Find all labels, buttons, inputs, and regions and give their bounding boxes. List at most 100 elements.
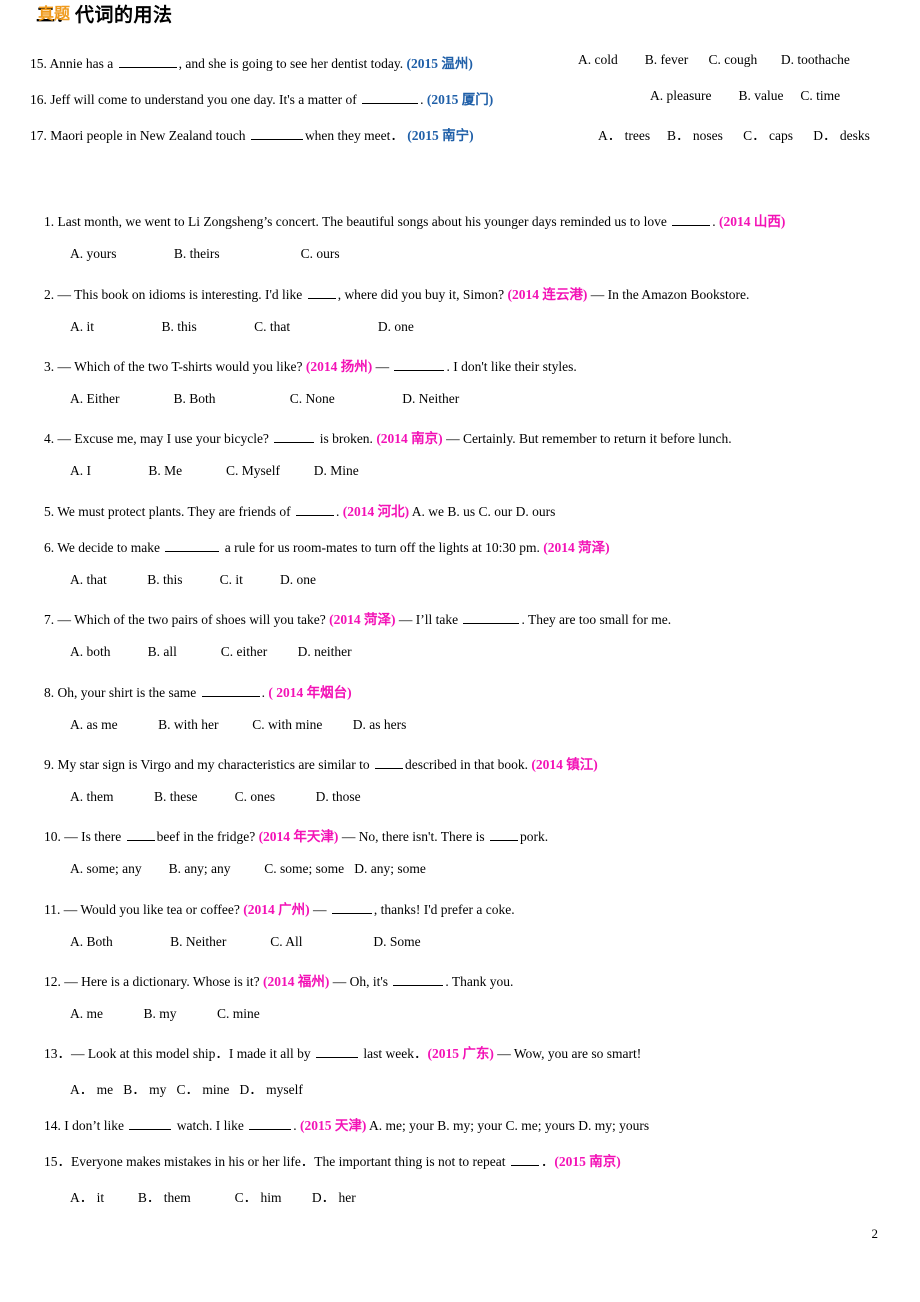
text-run: — bbox=[309, 902, 330, 917]
question-stem: 10. — Is there beef in the fridge? (2014… bbox=[44, 825, 548, 845]
source-tag: (2015 温州) bbox=[406, 56, 473, 71]
question-stem: 1. Last month, we went to Li Zongsheng’s… bbox=[44, 210, 785, 230]
source-tag: (2014 广州) bbox=[243, 902, 310, 917]
text-run: . They are too small for me. bbox=[521, 612, 672, 627]
answer-blank bbox=[249, 1118, 292, 1130]
text-run: A. we B. us C. our D. ours bbox=[409, 504, 556, 519]
text-run: 14. I don’t like bbox=[44, 1118, 128, 1133]
text-run: 15. Annie has a bbox=[30, 56, 117, 71]
answer-blank bbox=[510, 1154, 539, 1166]
text-run: 5. We must protect plants. They are frie… bbox=[44, 504, 294, 519]
document-page: 15. Annie has a , and she is going to se… bbox=[0, 0, 920, 1302]
answer-blank bbox=[315, 1046, 358, 1058]
question-stem: 7. — Which of the two pairs of shoes wil… bbox=[44, 608, 671, 628]
text-run: 10. — Is there bbox=[44, 829, 125, 844]
text-run: . bbox=[293, 1118, 300, 1133]
answer-blank bbox=[463, 612, 520, 624]
page-number: 2 bbox=[871, 1226, 879, 1241]
source-tag: (2015 厦门) bbox=[426, 92, 494, 107]
answer-blank bbox=[331, 902, 372, 914]
text-run: — Certainly. But remember to return it b… bbox=[442, 431, 732, 446]
source-tag: (2014 福州) bbox=[262, 974, 330, 989]
source-tag: (2014 菏泽) bbox=[329, 612, 396, 627]
source-tag: (2014 山西) bbox=[719, 214, 786, 229]
question-options: A. both B. all C. either D. neither bbox=[70, 644, 352, 659]
question-stem: 3. — Which of the two T-shirts would you… bbox=[44, 355, 577, 375]
text-run: watch. I like bbox=[173, 1118, 248, 1133]
text-run: a rule for us room-mates to turn off the… bbox=[221, 540, 544, 555]
question-stem: 2. — This book on idioms is interesting.… bbox=[44, 283, 749, 303]
text-run: 9. My star sign is Virgo and my characte… bbox=[44, 757, 373, 772]
question-stem: 6. We decide to make a rule for us room-… bbox=[44, 536, 610, 556]
text-run: 3. — Which of the two T-shirts would you… bbox=[44, 359, 306, 374]
answer-blank bbox=[489, 829, 518, 841]
source-tag: (2015 南京) bbox=[554, 1154, 621, 1169]
question-stem: 9. My star sign is Virgo and my characte… bbox=[44, 753, 598, 773]
question-options: A. Either B. Both C. None D. Neither bbox=[70, 391, 460, 406]
text-run: , thanks! I'd prefer a coke. bbox=[373, 902, 515, 917]
source-tag: (2014 扬州) bbox=[305, 359, 373, 374]
question-options: A. me B. my C. mine bbox=[70, 1006, 260, 1021]
source-tag: (2014 连云港) bbox=[507, 287, 588, 302]
question-stem: 11. — Would you like tea or coffee? (201… bbox=[44, 898, 515, 918]
answer-blank bbox=[362, 92, 419, 104]
source-tag: (2014 年天津) bbox=[258, 829, 339, 844]
answer-blank bbox=[118, 56, 177, 68]
answer-blank bbox=[126, 829, 155, 841]
answer-blank bbox=[295, 504, 334, 516]
question-stem: 4. — Excuse me, may I use your bicycle? … bbox=[44, 427, 732, 447]
question-stem: 12. — Here is a dictionary. Whose is it?… bbox=[44, 970, 513, 990]
text-run: — bbox=[372, 359, 393, 374]
question-options: A. as me B. with her C. with mine D. as … bbox=[70, 717, 407, 732]
text-run: described in that book. bbox=[405, 757, 532, 772]
answer-blank bbox=[375, 757, 403, 769]
question-options: A． me B． my C． mine D． myself bbox=[70, 1082, 303, 1097]
section-subtitle: 真题 bbox=[38, 4, 71, 23]
text-run: 17. Maori people in New Zealand touch bbox=[30, 128, 249, 143]
question-options: A. them B. these C. ones D. those bbox=[70, 789, 361, 804]
question-stem: 15．Everyone makes mistakes in his or her… bbox=[44, 1150, 621, 1170]
text-run: 12. — Here is a dictionary. Whose is it? bbox=[44, 974, 263, 989]
answer-blank bbox=[393, 974, 444, 986]
text-run: — No, there isn't. There is bbox=[338, 829, 488, 844]
source-tag: (2014 河北) bbox=[342, 504, 410, 519]
text-run: — Wow, you are so smart! bbox=[493, 1046, 642, 1061]
text-run: ． bbox=[540, 1154, 555, 1169]
text-run: 8. Oh, your shirt is the same bbox=[44, 685, 200, 700]
text-run: 6. We decide to make bbox=[44, 540, 164, 555]
text-run: , and she is going to see her dentist to… bbox=[178, 56, 407, 71]
text-run: . I don't like their styles. bbox=[446, 359, 577, 374]
question-stem: 13．— Look at this model ship．I made it a… bbox=[44, 1042, 641, 1062]
text-run: is broken. bbox=[316, 431, 377, 446]
question-options: A． trees B． noses C． caps D． desks bbox=[598, 128, 870, 143]
text-run: 4. — Excuse me, may I use your bicycle? bbox=[44, 431, 273, 446]
text-run: . bbox=[712, 214, 720, 229]
question-row: 15. Annie has a , and she is going to se… bbox=[30, 52, 910, 72]
text-run: 16. Jeff will come to understand you one… bbox=[30, 92, 361, 107]
text-run: A. me; your B. my; your C. me; yours D. … bbox=[366, 1118, 650, 1133]
text-run: . bbox=[420, 92, 427, 107]
text-run: . bbox=[335, 504, 343, 519]
question-stem: 14. I don’t like watch. I like . (2015 天… bbox=[44, 1114, 649, 1134]
text-run: 7. — Which of the two pairs of shoes wil… bbox=[44, 612, 330, 627]
text-run: — In the Amazon Bookstore. bbox=[587, 287, 750, 302]
question-options: A. pleasure B. value C. time bbox=[650, 88, 841, 103]
question-options: A． it B． them C． him D． her bbox=[70, 1190, 356, 1205]
source-tag: (2014 菏泽) bbox=[543, 540, 610, 555]
answer-blank bbox=[250, 128, 303, 140]
question-options: A. that B. this C. it D. one bbox=[70, 572, 316, 587]
answer-blank bbox=[672, 214, 711, 226]
question-stem: 15. Annie has a , and she is going to se… bbox=[30, 52, 473, 72]
text-run: 15．Everyone makes mistakes in his or her… bbox=[44, 1154, 509, 1169]
text-run: when they meet． bbox=[304, 128, 408, 143]
question-stem: 5. We must protect plants. They are frie… bbox=[44, 500, 555, 520]
question-row: 16. Jeff will come to understand you one… bbox=[30, 88, 910, 108]
text-run: — Oh, it's bbox=[329, 974, 392, 989]
question-options: A. it B. this C. that D. one bbox=[70, 319, 414, 334]
text-run: 2. — This book on idioms is interesting.… bbox=[44, 287, 306, 302]
answer-blank bbox=[307, 287, 336, 299]
text-run: — I’ll take bbox=[395, 612, 462, 627]
answer-blank bbox=[274, 431, 315, 443]
text-run: 1. Last month, we went to Li Zongsheng’s… bbox=[44, 214, 671, 229]
text-run: pork. bbox=[519, 829, 549, 844]
